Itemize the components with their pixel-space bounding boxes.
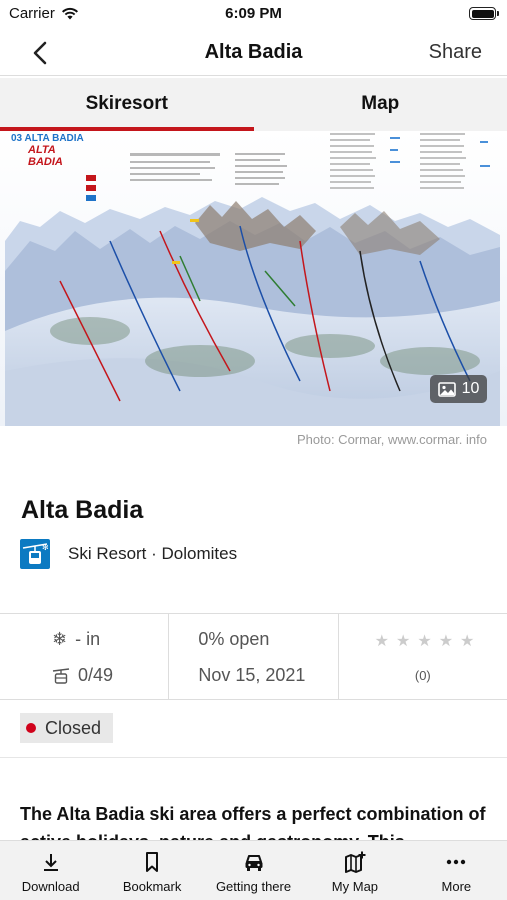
gondola-icon bbox=[52, 667, 70, 684]
more-button[interactable]: More bbox=[406, 841, 507, 900]
ski-resort-icon: ✻ bbox=[20, 539, 50, 569]
getting-there-label: Getting there bbox=[215, 879, 292, 894]
my-map-button[interactable]: My Map bbox=[304, 841, 405, 900]
lifts-row: 0/49 bbox=[52, 665, 113, 686]
snow-lift-column: ❄ - in 0/49 bbox=[0, 614, 168, 699]
star-icon: ★ bbox=[417, 633, 432, 650]
star-icon: ★ bbox=[374, 633, 389, 650]
lifts-open-value: 0/49 bbox=[78, 665, 114, 685]
map-label: 03 ALTA BADIA bbox=[11, 133, 84, 144]
snowflake-icon: ❄ bbox=[52, 629, 68, 650]
rating-column[interactable]: ★ ★ ★ ★ ★ (0) bbox=[337, 614, 507, 699]
download-icon bbox=[43, 854, 58, 871]
bookmark-label: Bookmark bbox=[122, 879, 182, 894]
status-label: Closed bbox=[45, 717, 102, 738]
map-add-icon bbox=[344, 851, 366, 873]
rating-stars: ★ ★ ★ ★ ★ bbox=[375, 631, 475, 651]
star-icon: ★ bbox=[460, 633, 475, 650]
stats-grid: ❄ - in 0/49 0% open Nov 15, 2021 ★ ★ ★ ★… bbox=[0, 613, 507, 700]
resort-type-row: ✻ Ski Resort · Dolomites bbox=[20, 539, 237, 569]
rating-count: (0) bbox=[414, 668, 431, 683]
car-icon bbox=[245, 855, 263, 871]
season-date: Nov 15, 2021 bbox=[198, 665, 306, 685]
tab-map[interactable]: Map bbox=[254, 78, 507, 131]
snow-depth-row: ❄ - in bbox=[52, 629, 100, 650]
logo-line-2: BADIA bbox=[28, 156, 63, 168]
resort-name: Alta Badia bbox=[21, 496, 144, 524]
download-button[interactable]: Download bbox=[0, 841, 101, 900]
gallery-button[interactable]: 10 bbox=[430, 375, 487, 403]
status-bar: Carrier 6:09 PM bbox=[0, 0, 507, 30]
more-icon bbox=[447, 859, 466, 865]
bookmark-button[interactable]: Bookmark bbox=[101, 841, 202, 900]
divider bbox=[0, 757, 507, 758]
download-label: Download bbox=[21, 879, 80, 894]
image-icon bbox=[437, 381, 456, 397]
svg-text:✻: ✻ bbox=[42, 543, 49, 552]
logo-line-1: ALTA bbox=[27, 144, 56, 156]
getting-there-button[interactable]: Getting there bbox=[203, 841, 304, 900]
my-map-label: My Map bbox=[331, 879, 379, 894]
status-time: 6:09 PM bbox=[225, 5, 282, 22]
open-date-column: 0% open Nov 15, 2021 bbox=[168, 614, 337, 699]
more-label: More bbox=[441, 879, 472, 894]
status-dot bbox=[26, 723, 36, 733]
star-icon: ★ bbox=[396, 633, 411, 650]
battery-icon bbox=[469, 7, 499, 20]
status-badge: Closed bbox=[20, 713, 113, 743]
bottom-tab-bar: Download Bookmark Getting there My Map M… bbox=[0, 840, 507, 900]
tab-bar: Skiresort Map bbox=[0, 78, 507, 131]
navigation-bar: Alta Badia Share bbox=[0, 30, 507, 76]
bookmark-icon bbox=[146, 852, 159, 872]
tab-skiresort[interactable]: Skiresort bbox=[0, 78, 254, 131]
snow-depth-value: - in bbox=[75, 629, 101, 649]
star-icon: ★ bbox=[438, 633, 454, 650]
open-percent: 0% open bbox=[198, 629, 270, 649]
resort-type-label: Ski Resort · Dolomites bbox=[68, 544, 238, 563]
gallery-count: 10 bbox=[461, 380, 480, 397]
photo-credit: Photo: Cormar, www.cormar. info bbox=[296, 432, 487, 447]
share-button[interactable]: Share bbox=[429, 41, 482, 64]
